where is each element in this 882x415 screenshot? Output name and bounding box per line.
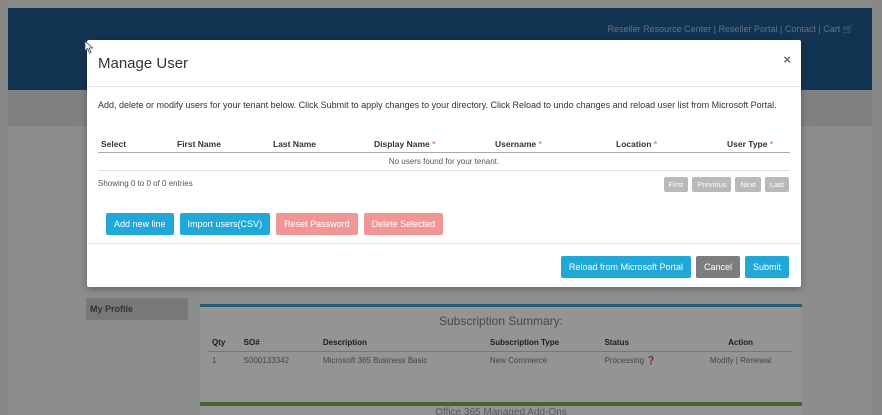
modal-intro-text: Add, delete or modify users for your ten… xyxy=(98,100,777,110)
close-icon[interactable]: × xyxy=(783,52,791,67)
col-last-name: Last Name xyxy=(270,136,371,153)
import-users-button[interactable]: Import users(CSV) xyxy=(179,213,271,235)
location-label: Location xyxy=(616,139,652,149)
col-user-type: User Type * xyxy=(724,136,790,153)
submit-button[interactable]: Submit xyxy=(744,256,789,278)
first-page-button[interactable]: First xyxy=(663,177,689,192)
col-display-name: Display Name * xyxy=(371,136,492,153)
delete-selected-button[interactable]: Delete Selected xyxy=(363,213,444,235)
col-first-name: First Name xyxy=(174,136,270,153)
empty-message: No users found for your tenant. xyxy=(98,152,790,171)
required-marker: * xyxy=(432,139,436,149)
add-new-line-button[interactable]: Add new line xyxy=(106,213,174,235)
manage-user-modal: Manage User × Add, delete or modify user… xyxy=(87,40,801,287)
required-marker: * xyxy=(538,139,542,149)
required-marker: * xyxy=(769,139,774,149)
previous-page-button[interactable]: Previous xyxy=(692,177,732,192)
modal-footer: Reload from Microsoft Portal Cancel Subm… xyxy=(560,256,789,278)
col-location: Location * xyxy=(613,136,724,153)
user-actions: Add new line Import users(CSV) Reset Pas… xyxy=(106,213,444,235)
modal-divider xyxy=(87,86,801,87)
reset-password-button[interactable]: Reset Password xyxy=(276,213,358,235)
modal-title: Manage User xyxy=(98,55,189,72)
table-row: No users found for your tenant. xyxy=(98,152,790,171)
user-type-label: User Type xyxy=(727,139,768,149)
next-page-button[interactable]: Next xyxy=(735,177,761,192)
footer-divider xyxy=(87,243,801,244)
display-name-label: Display Name xyxy=(374,139,430,149)
required-marker: * xyxy=(653,139,658,149)
entries-info: Showing 0 to 0 of 0 entries xyxy=(98,179,193,188)
reload-button[interactable]: Reload from Microsoft Portal xyxy=(560,256,691,278)
pagination: First Previous Next Last xyxy=(663,177,789,192)
last-page-button[interactable]: Last xyxy=(764,177,789,192)
mouse-cursor-icon xyxy=(84,40,94,54)
cancel-button[interactable]: Cancel xyxy=(695,256,740,278)
username-label: Username xyxy=(495,139,537,149)
col-select: Select xyxy=(98,136,174,153)
users-table: Select First Name Last Name Display Name… xyxy=(98,136,790,171)
col-username: Username * xyxy=(492,136,613,153)
